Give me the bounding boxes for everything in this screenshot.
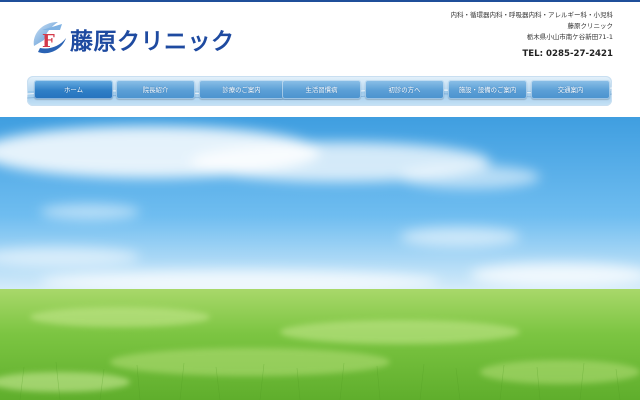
address-text: 栃木県小山市南ケ谷新田71-1	[526, 33, 613, 41]
nav-item-facilities[interactable]: 施設・設備のご案内	[448, 80, 527, 99]
logo-mark-icon: F	[33, 22, 66, 54]
clinic-logo[interactable]: F 藤原クリニック	[28, 16, 258, 60]
logo-text: 藤原クリニック	[70, 29, 235, 55]
nav-item-first-visit[interactable]: 初診の方へ	[365, 80, 444, 99]
clinic-info: 内科・循環器内科・呼吸器内科・アレルギー科・小児科 藤原クリニック 栃木県小山市…	[451, 10, 614, 60]
departments-text: 内科・循環器内科・呼吸器内科・アレルギー科・小児科	[450, 11, 614, 19]
nav-item-director[interactable]: 院長紹介	[116, 80, 195, 99]
tel-text: TEL: 0285-27-2421	[522, 49, 613, 59]
logo-mark-letter: F	[42, 31, 55, 52]
clinic-name-text: 藤原クリニック	[567, 22, 614, 30]
main-nav: ホーム 院長紹介 診療のご案内 生活習慣病 初診の方へ 施設・設備のご案内 交通…	[27, 76, 612, 106]
nav-item-home[interactable]: ホーム	[34, 80, 113, 99]
nav-item-lifestyle-disease[interactable]: 生活習慣病	[282, 80, 361, 99]
sky-grass-illustration	[0, 117, 640, 400]
top-rule	[0, 0, 640, 2]
nav-item-medical-guide[interactable]: 診療のご案内	[199, 80, 284, 99]
nav-item-access[interactable]: 交通案内	[531, 80, 610, 99]
hero-image	[0, 117, 640, 400]
